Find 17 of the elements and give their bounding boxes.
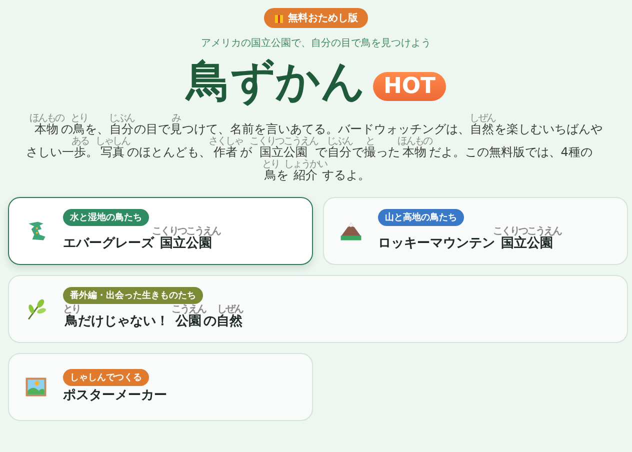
category-card[interactable]: 水と湿地の鳥たち エバーグレーズ 国立公園 こくりつこうえん (8, 196, 313, 265)
card-title: ポスターメーカー (63, 387, 167, 404)
page-title: 鳥ずかん (186, 56, 366, 109)
hot-badge: HOT (373, 72, 446, 101)
category-card[interactable]: 番外編・出会った生きものたち 鳥 とり だけじゃない！ 公園 こうえん の自然 しぜん (8, 274, 628, 343)
card-title: ロッキーマウンテン 国立公園 こくりつこうえん (378, 226, 561, 252)
free-trial-badge: 無料おためし版 (264, 8, 368, 28)
category-tag: 番外編・出会った生きものたち (63, 287, 203, 304)
card-title: 鳥 とり だけじゃない！ 公園 こうえん の自然 しぜん (63, 304, 243, 330)
category-card[interactable]: 山と高地の鳥たち ロッキーマウンテン 国立公園 こくりつこうえん (323, 196, 628, 265)
category-tag: しゃしんでつくる (63, 369, 149, 386)
category-card[interactable]: しゃしんでつくる ポスターメーカー (8, 352, 313, 421)
category-tag: 山と高地の鳥たち (378, 209, 464, 226)
subtitle: アメリカの国立公園で、自分の目で鳥を見つけよう (201, 36, 431, 50)
category-tag: 水と湿地の鳥たち (63, 209, 149, 226)
intro-paragraph: 本物 ほんもの の鳥 とり を、自分 じぶん の目で見 み つけて、名前を言いあてる。バードウォッチングは、自然 しぜん を楽しむいちばんやさしい一歩 ある 。写真 しゃしん のほとんども、作者 さくしゃ が 国立公園 こくりつこうえん で自分 じぶん で撮 と った 本物 ほんもの だよ。この無料版では、4種の 鳥 とり を 紹介 しょうかい するよ。 (26, 112, 604, 183)
card-title: エバーグレーズ 国立公園 こくりつこうえん (63, 226, 220, 252)
